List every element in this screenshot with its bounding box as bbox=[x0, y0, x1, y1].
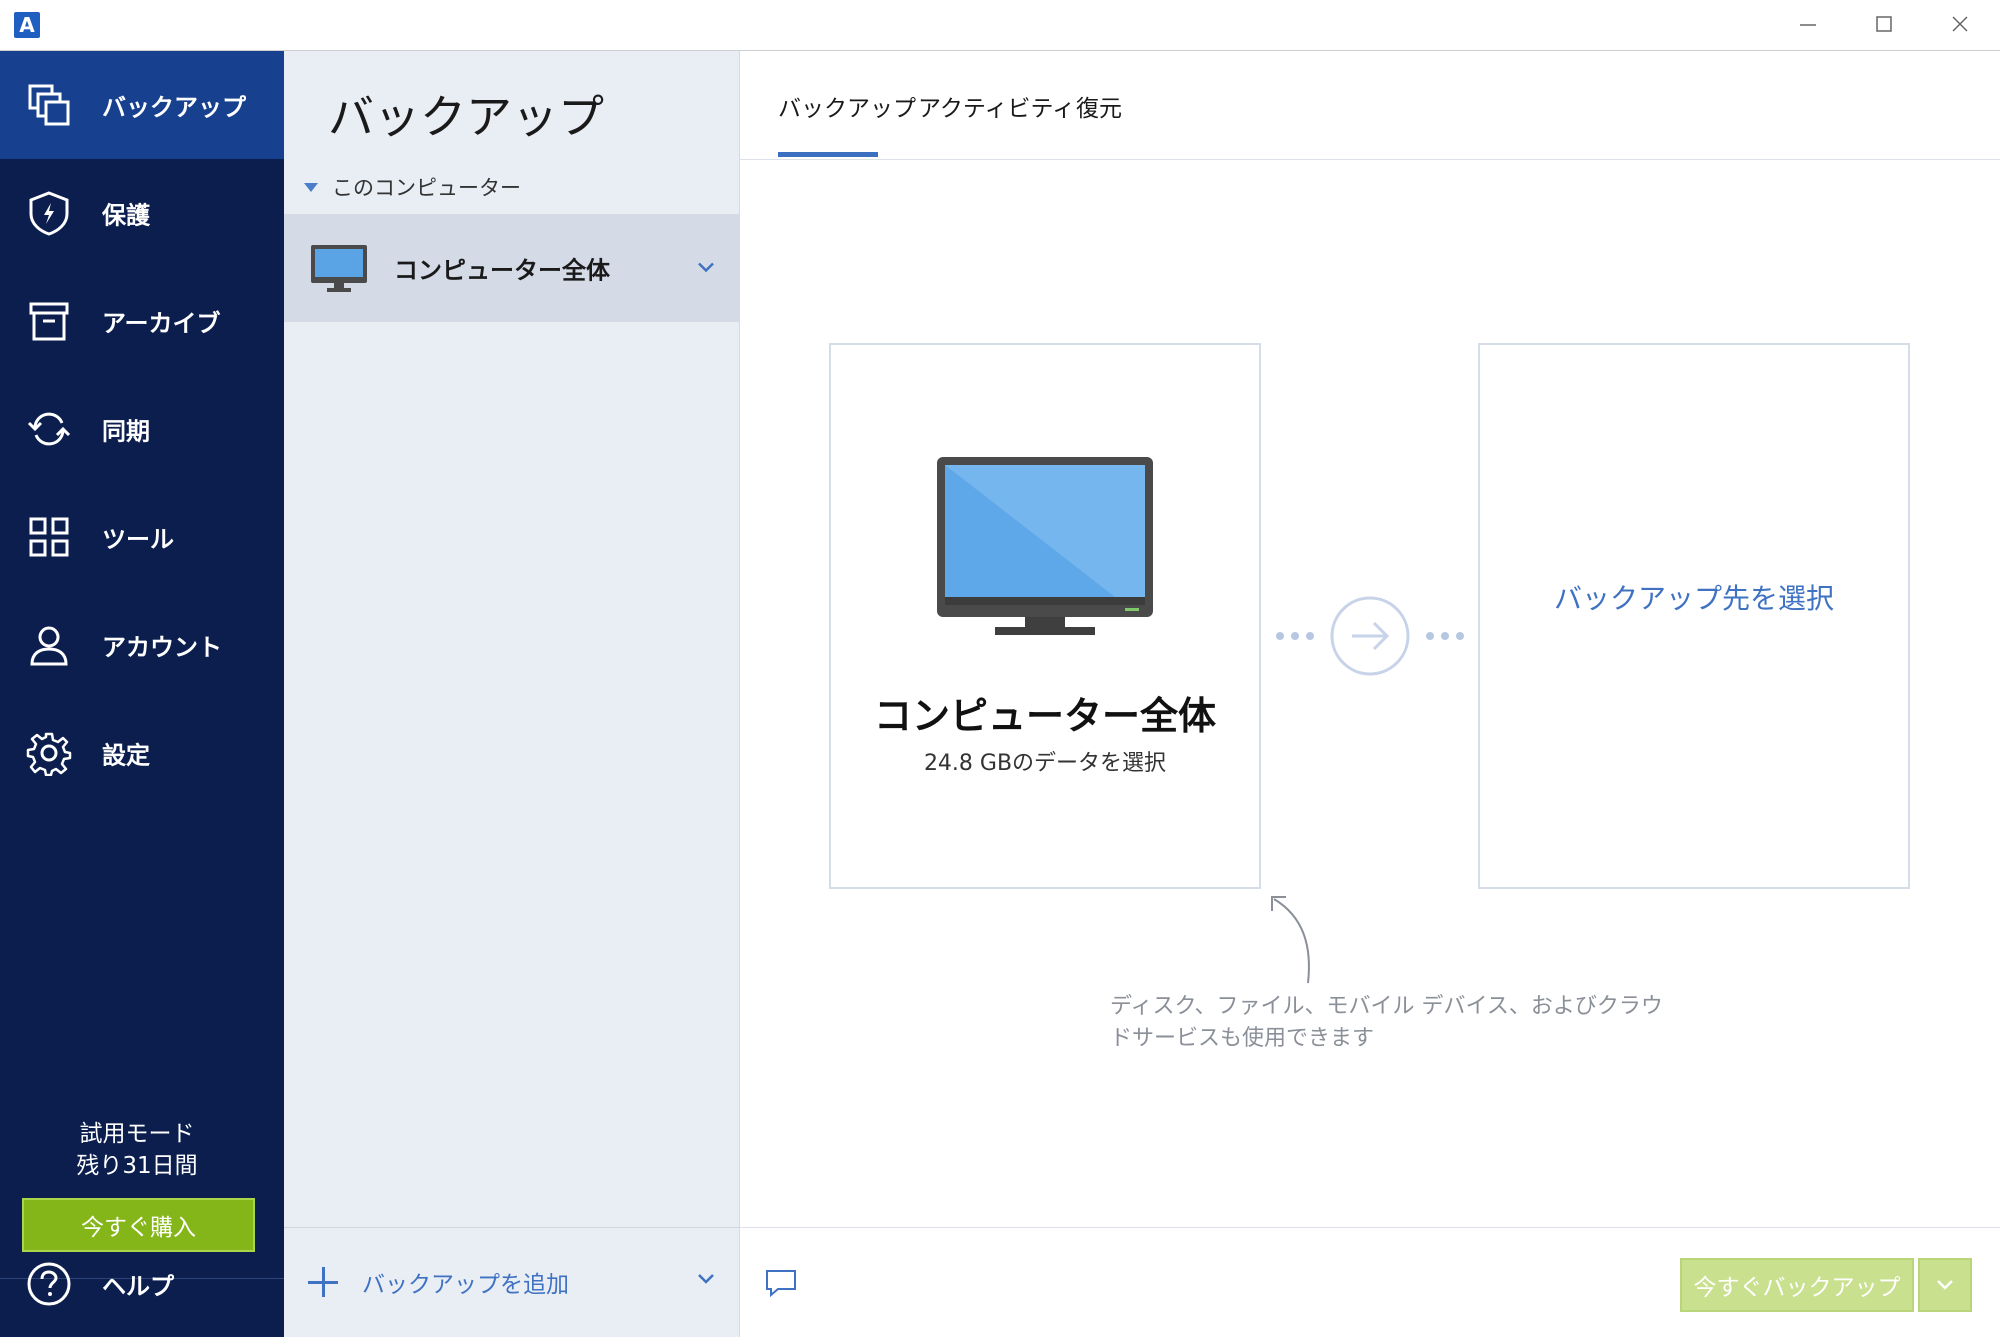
monitor-icon bbox=[935, 455, 1155, 641]
page-title: バックアップ bbox=[328, 90, 604, 144]
source-title: コンピューター全体 bbox=[873, 694, 1216, 738]
main-content: バックアップ アクティビティ 復元 コンピューター全体 24.8 GBのデータを… bbox=[740, 51, 2000, 1337]
sidebar-item-help[interactable]: ヘルプ bbox=[0, 1230, 284, 1337]
archive-icon bbox=[26, 298, 72, 344]
gear-icon bbox=[26, 730, 72, 776]
title-bar: A bbox=[0, 0, 2000, 51]
sidebar-item-label: 保護 bbox=[102, 201, 150, 230]
action-bar: 今すぐバックアップ bbox=[740, 1227, 2000, 1337]
help-icon bbox=[26, 1261, 72, 1307]
backup-item-entire-computer[interactable]: コンピューター全体 bbox=[284, 214, 739, 322]
account-icon bbox=[26, 622, 72, 668]
sidebar-item-protection[interactable]: 保護 bbox=[0, 159, 284, 267]
sidebar-item-label: アーカイブ bbox=[102, 309, 221, 338]
group-header-this-computer[interactable]: このコンピューター bbox=[304, 169, 521, 205]
sidebar-item-account[interactable]: アカウント bbox=[0, 591, 284, 699]
minimize-icon bbox=[1800, 24, 1816, 26]
sidebar-item-label: 同期 bbox=[102, 417, 150, 446]
tab-restore[interactable]: 復元 bbox=[1076, 89, 1122, 123]
add-backup-chevron-down-icon[interactable] bbox=[697, 1270, 715, 1289]
backup-icon bbox=[26, 82, 72, 128]
backup-now-button[interactable]: 今すぐバックアップ bbox=[1680, 1258, 1914, 1312]
hint-line-2: ドサービスも使用できます bbox=[1110, 1026, 1375, 1051]
tools-grid-icon bbox=[26, 514, 72, 560]
chevron-down-icon[interactable] bbox=[697, 259, 715, 278]
sidebar-item-backup[interactable]: バックアップ bbox=[0, 51, 284, 159]
sidebar-nav: バックアップ 保護 アーカイブ 同期 ツール アカウント 設定 試用モード 残り… bbox=[0, 51, 284, 1337]
collapse-triangle-icon bbox=[304, 182, 318, 192]
hint-curved-arrow-icon bbox=[1271, 896, 1310, 984]
maximize-icon bbox=[1876, 16, 1892, 32]
backup-destination-box[interactable]: バックアップ先を選択 bbox=[1478, 343, 1910, 889]
shield-icon bbox=[26, 190, 72, 236]
help-label: ヘルプ bbox=[102, 1272, 174, 1300]
trial-mode-text: 試用モード bbox=[79, 1121, 195, 1147]
plus-icon bbox=[308, 1267, 338, 1297]
tab-backup[interactable]: バックアップ bbox=[778, 89, 916, 123]
add-backup-bar: バックアップを追加 bbox=[284, 1227, 739, 1337]
backup-now-dropdown-button[interactable] bbox=[1918, 1258, 1972, 1312]
trial-days-left-text: 残り31日間 bbox=[76, 1153, 198, 1179]
backup-item-label: コンピューター全体 bbox=[394, 256, 610, 285]
sync-icon bbox=[26, 406, 72, 452]
backup-list-panel: バックアップ このコンピューター コンピューター全体 バックアップを追加 bbox=[284, 51, 740, 1337]
add-backup-label: バックアップを追加 bbox=[362, 1272, 569, 1298]
sidebar-item-label: ツール bbox=[102, 525, 174, 554]
sidebar-item-tools[interactable]: ツール bbox=[0, 483, 284, 591]
backup-source-box[interactable]: コンピューター全体 24.8 GBのデータを選択 bbox=[829, 343, 1261, 889]
active-tab-indicator bbox=[778, 152, 878, 157]
sidebar-item-settings[interactable]: 設定 bbox=[0, 699, 284, 807]
trial-status: 試用モード 残り31日間 bbox=[0, 1118, 274, 1182]
group-label: このコンピューター bbox=[332, 176, 521, 200]
arrow-connector-icon bbox=[1276, 596, 1464, 676]
source-size-text: 24.8 GBのデータを選択 bbox=[923, 751, 1167, 776]
tab-bar: バックアップ アクティビティ 復元 bbox=[740, 51, 2000, 160]
tab-activity[interactable]: アクティビティ bbox=[918, 89, 1075, 123]
app-logo-icon: A bbox=[14, 12, 40, 38]
sidebar-item-archive[interactable]: アーカイブ bbox=[0, 267, 284, 375]
sidebar-item-sync[interactable]: 同期 bbox=[0, 375, 284, 483]
sidebar-item-label: バックアップ bbox=[102, 93, 246, 122]
monitor-icon bbox=[310, 244, 368, 298]
hint-text: ディスク、ファイル、モバイル デバイス、およびクラウ ドサービスも使用できます bbox=[1110, 991, 1663, 1055]
select-destination-label: バックアップ先を選択 bbox=[1553, 582, 1834, 615]
add-backup-button[interactable]: バックアップを追加 bbox=[308, 1254, 569, 1310]
chevron-down-icon bbox=[1937, 1280, 1953, 1290]
minimize-button[interactable] bbox=[1770, 0, 1846, 48]
feedback-chat-icon[interactable] bbox=[764, 1268, 798, 1302]
close-icon bbox=[1952, 16, 1968, 32]
sidebar-item-label: 設定 bbox=[102, 741, 150, 770]
sidebar-item-label: アカウント bbox=[102, 633, 222, 662]
maximize-button[interactable] bbox=[1846, 0, 1922, 48]
close-button[interactable] bbox=[1922, 0, 1998, 48]
hint-line-1: ディスク、ファイル、モバイル デバイス、およびクラウ bbox=[1110, 994, 1663, 1019]
